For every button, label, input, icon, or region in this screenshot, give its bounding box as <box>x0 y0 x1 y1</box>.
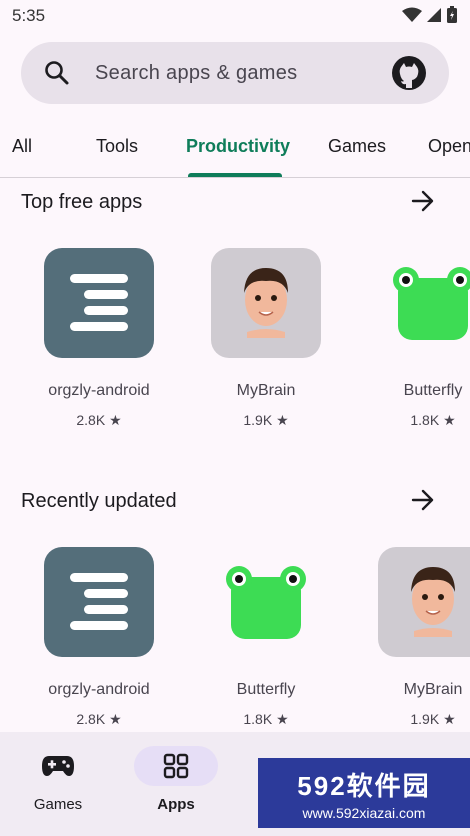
status-time: 5:35 <box>12 6 46 25</box>
app-card[interactable]: orgzly-android 2.8K ★ <box>29 248 169 429</box>
nav-icon-container <box>134 746 218 786</box>
search-icon[interactable] <box>43 59 71 87</box>
watermark-logo: 592软件园 www.592xiazai.com <box>258 758 470 828</box>
app-name: Butterfly <box>236 681 296 698</box>
orgzly-icon <box>44 248 154 358</box>
orgzly-icon <box>44 547 154 657</box>
tab-tools[interactable]: Tools <box>96 136 138 157</box>
search-input[interactable]: Search apps & games <box>95 62 297 85</box>
mybrain-avatar-icon <box>211 248 321 358</box>
tab-productivity[interactable]: Productivity <box>186 136 290 157</box>
app-rating: 1.8K ★ <box>410 412 456 428</box>
section-title-recently-updated: Recently updated <box>21 490 177 512</box>
app-card[interactable]: MyBrain 1.9K ★ <box>363 547 470 728</box>
app-name: orgzly-android <box>48 382 150 399</box>
arrow-right-icon[interactable] <box>410 487 436 513</box>
github-icon[interactable] <box>391 55 427 91</box>
mybrain-avatar-icon <box>378 547 470 657</box>
app-rating: 1.9K ★ <box>243 412 289 428</box>
active-tab-indicator <box>188 173 282 177</box>
tab-open[interactable]: Open <box>428 136 470 157</box>
app-rating: 1.9K ★ <box>410 711 456 727</box>
gamepad-icon <box>42 756 74 776</box>
tab-all[interactable]: All <box>12 136 32 157</box>
app-card[interactable]: Butterfly 1.8K ★ <box>196 547 336 728</box>
app-card[interactable]: orgzly-android 2.8K ★ <box>29 547 169 728</box>
nav-icon-container <box>16 746 100 786</box>
app-card[interactable]: Butterfly 1.8K ★ <box>363 248 470 429</box>
signal-icon <box>427 8 441 22</box>
apps-grid-icon <box>163 753 189 779</box>
app-card[interactable]: MyBrain 1.9K ★ <box>196 248 336 429</box>
nav-item-games[interactable]: Games <box>8 746 108 813</box>
nav-label-games: Games <box>33 796 83 813</box>
app-name: orgzly-android <box>48 681 150 698</box>
watermark-brand: 592软件园 <box>297 770 431 801</box>
app-name: MyBrain <box>403 681 463 698</box>
category-tabs: All Tools Productivity Games Open <box>0 118 470 178</box>
wifi-icon <box>402 7 422 22</box>
frog-icon <box>378 248 470 358</box>
tab-games[interactable]: Games <box>328 136 386 157</box>
app-rating: 2.8K ★ <box>76 412 122 428</box>
app-rating: 1.8K ★ <box>243 711 289 727</box>
app-rating: 2.8K ★ <box>76 711 122 727</box>
status-icons <box>402 6 458 24</box>
frog-icon <box>211 547 321 657</box>
app-name: MyBrain <box>236 382 296 399</box>
arrow-right-icon[interactable] <box>410 188 436 214</box>
status-bar: 5:35 <box>0 0 470 34</box>
battery-icon <box>447 6 457 23</box>
nav-label-apps: Apps <box>157 796 195 813</box>
section-title-top-free: Top free apps <box>21 191 143 213</box>
watermark-url: www.592xiazai.com <box>302 804 426 821</box>
app-name: Butterfly <box>403 382 463 399</box>
search-bar[interactable]: Search apps & games <box>21 42 449 104</box>
nav-item-apps[interactable]: Apps <box>126 746 226 813</box>
